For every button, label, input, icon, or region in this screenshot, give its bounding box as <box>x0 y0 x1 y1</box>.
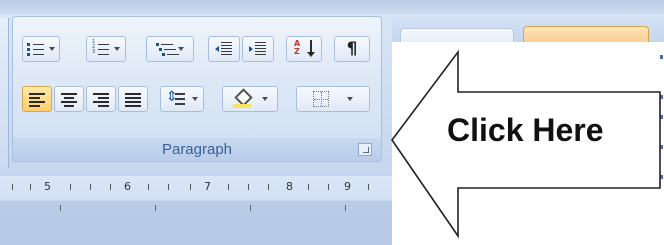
callout-text: Click Here <box>447 112 604 148</box>
align-right-icon <box>93 92 109 106</box>
sort-az-glyph: A Z <box>294 39 301 56</box>
decrease-indent-button[interactable] <box>208 36 240 62</box>
sort-button[interactable]: A Z <box>286 36 322 62</box>
borders-button[interactable] <box>296 86 370 112</box>
chevron-down-icon <box>262 97 268 101</box>
ruler-tab-mark <box>60 205 61 211</box>
increase-indent-icon <box>249 41 267 57</box>
ruler-tick <box>30 184 31 190</box>
sort-icon: A Z <box>294 39 315 58</box>
chevron-down-icon <box>192 97 198 101</box>
chevron-down-icon <box>114 47 120 51</box>
show-hide-button[interactable]: ¶ <box>334 36 370 62</box>
ruler-tick <box>90 184 91 190</box>
decrease-indent-icon <box>215 41 233 57</box>
horizontal-ruler[interactable]: 5 6 7 8 9 <box>0 180 392 211</box>
dialog-launcher-icon[interactable] <box>358 143 372 156</box>
ruler-tick <box>228 184 229 190</box>
increase-indent-button[interactable] <box>242 36 274 62</box>
bullets-icon <box>27 41 45 57</box>
ruler-tick <box>148 184 149 190</box>
align-center-icon <box>61 92 77 106</box>
ruler-tab-mark <box>155 205 156 211</box>
group-label: Paragraph <box>161 141 233 158</box>
line-spacing-icon <box>166 89 188 107</box>
align-right-button[interactable] <box>86 86 116 112</box>
align-left-button[interactable] <box>22 86 52 112</box>
ruler-tick <box>70 184 71 190</box>
ruler-tab-mark <box>345 205 346 211</box>
pilcrow-icon: ¶ <box>346 38 358 59</box>
numbering-icon <box>92 40 110 57</box>
ribbon-top-strip <box>0 0 664 14</box>
ruler-tick <box>248 184 249 190</box>
justify-button[interactable] <box>118 86 148 112</box>
justify-icon <box>125 92 141 106</box>
chevron-down-icon <box>347 97 353 101</box>
borders-icon <box>313 91 329 107</box>
ruler-tick <box>190 184 191 190</box>
ruler-label: 9 <box>344 180 351 193</box>
bullets-button[interactable] <box>22 36 60 62</box>
align-left-icon <box>29 92 45 106</box>
ruler-label: 8 <box>286 180 293 193</box>
ruler-tick <box>12 184 13 190</box>
ruler-tick <box>110 184 111 190</box>
sort-arrow-icon <box>307 40 315 57</box>
ruler-label: 5 <box>44 180 51 193</box>
ruler-tick <box>308 184 309 190</box>
ruler-tick <box>268 184 269 190</box>
shading-button[interactable] <box>222 86 278 112</box>
ruler-label: 7 <box>204 180 211 193</box>
ruler-tick <box>168 184 169 190</box>
shading-icon <box>232 90 252 108</box>
ruler-label: 6 <box>124 180 131 193</box>
chevron-down-icon <box>178 47 184 51</box>
chevron-down-icon <box>49 47 55 51</box>
multilevel-list-icon <box>156 41 174 57</box>
numbering-button[interactable] <box>86 36 126 62</box>
line-spacing-button[interactable] <box>160 86 204 112</box>
ruler-tick <box>328 184 329 190</box>
ruler-tab-mark <box>250 205 251 211</box>
multilevel-list-button[interactable] <box>146 36 194 62</box>
center-button[interactable] <box>54 86 84 112</box>
previous-group-edge <box>0 18 9 168</box>
ruler-tick <box>368 184 369 190</box>
